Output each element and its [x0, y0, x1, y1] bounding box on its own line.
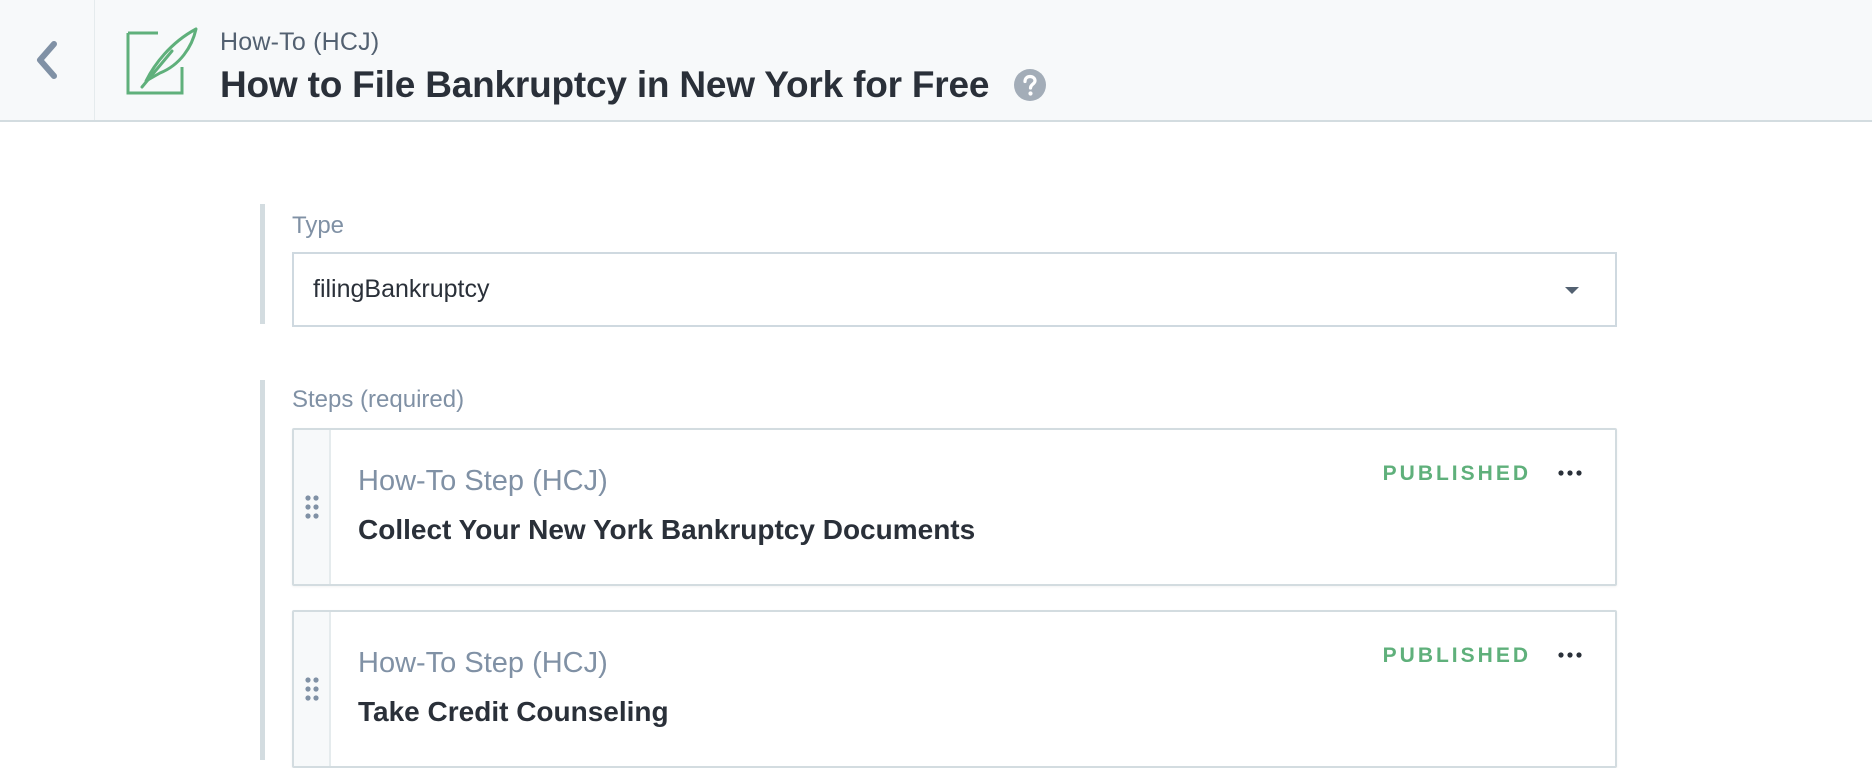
back-button[interactable]: [0, 0, 95, 120]
type-select-value: filingBankruptcy: [313, 275, 490, 303]
ellipsis-glyph: [1558, 652, 1582, 658]
more-horizontal-icon[interactable]: [1555, 462, 1585, 484]
header-text: How-To (HCJ) How to File Bankruptcy in N…: [220, 26, 1047, 108]
step-card[interactable]: How-To Step (HCJ) Collect Your New York …: [292, 428, 1617, 586]
status-badge: PUBLISHED: [1382, 462, 1531, 485]
ellipsis-glyph: [1558, 470, 1582, 476]
drag-dots-icon: [304, 677, 319, 701]
steps-field: Steps (required) How-To Step (HCJ) Colle…: [260, 380, 1620, 768]
question-circle-icon[interactable]: [1013, 68, 1047, 102]
step-content-type: How-To Step (HCJ): [358, 647, 608, 679]
type-field: Type filingBankruptcy: [260, 204, 1620, 327]
step-card-body: How-To Step (HCJ) Collect Your New York …: [358, 462, 975, 548]
content-type-label: How-To (HCJ): [220, 28, 380, 56]
status-badge: PUBLISHED: [1382, 644, 1531, 667]
step-card-body: How-To Step (HCJ) Take Credit Counseling: [358, 644, 669, 730]
step-content-type: How-To Step (HCJ): [358, 465, 608, 497]
step-title[interactable]: Collect Your New York Bankruptcy Documen…: [358, 512, 975, 548]
caret-down-icon: [1565, 287, 1579, 294]
step-card[interactable]: How-To Step (HCJ) Take Credit Counseling…: [292, 610, 1617, 768]
chevron-left-icon: [37, 41, 57, 79]
step-title[interactable]: Take Credit Counseling: [358, 694, 669, 730]
title-row: How to File Bankruptcy in New York for F…: [220, 62, 1047, 108]
type-field-label: Type: [292, 212, 345, 239]
more-horizontal-icon[interactable]: [1555, 644, 1585, 666]
entry-header: How-To (HCJ) How to File Bankruptcy in N…: [0, 0, 1872, 122]
type-select[interactable]: filingBankruptcy: [292, 252, 1617, 327]
feather-quill-icon: [126, 27, 198, 95]
drag-dots-icon: [304, 495, 319, 519]
drag-handle-icon[interactable]: [294, 430, 331, 584]
page-title: How to File Bankruptcy in New York for F…: [220, 64, 990, 105]
steps-field-label: Steps (required): [292, 386, 465, 413]
drag-handle-icon[interactable]: [294, 612, 331, 766]
